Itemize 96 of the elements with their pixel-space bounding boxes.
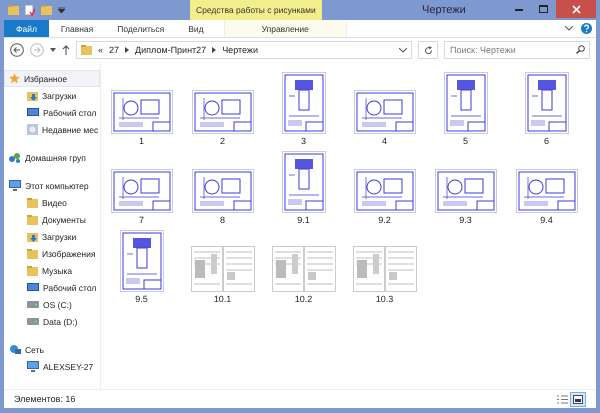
- sidebar-label: Сеть: [25, 344, 44, 354]
- file-name[interactable]: 9.2: [378, 215, 391, 225]
- sidebar-item[interactable]: Изображения: [4, 245, 100, 262]
- sidebar-label: Домашняя груп: [25, 152, 86, 162]
- folder-icon: [8, 5, 19, 15]
- download-folder-icon: [27, 232, 38, 242]
- refresh-button[interactable]: [418, 41, 438, 59]
- file-name[interactable]: 6: [544, 136, 549, 146]
- sidebar-item[interactable]: Видео: [4, 194, 100, 211]
- file-name[interactable]: 9.3: [459, 215, 472, 225]
- sidebar-label: Data (D:): [43, 316, 78, 326]
- sidebar-label: Недавние мес: [42, 124, 98, 134]
- sidebar-item[interactable]: Загрузки: [4, 87, 100, 104]
- sidebar-item[interactable]: Рабочий стол: [4, 279, 100, 296]
- folder-icon: [27, 214, 38, 224]
- sidebar-item[interactable]: Сеть: [4, 341, 100, 358]
- sidebar-label: Рабочий стол: [43, 282, 96, 292]
- sidebar-item[interactable]: Избранное: [4, 70, 100, 87]
- properties-icon[interactable]: [25, 4, 35, 16]
- sidebar-item[interactable]: Загрузки: [4, 228, 100, 245]
- sidebar-item[interactable]: Рабочий стол: [4, 104, 100, 121]
- homegroup-icon: [9, 152, 21, 163]
- file-name[interactable]: 3: [300, 136, 306, 146]
- search-field[interactable]: Поиск: Чертежи: [444, 41, 590, 59]
- dropdown-icon[interactable]: [50, 48, 56, 52]
- context-tab-header: Средства работы с рисунками: [190, 0, 322, 20]
- star-icon: [9, 73, 20, 84]
- file-name[interactable]: 1: [138, 136, 144, 146]
- dropdown-icon[interactable]: [58, 7, 65, 13]
- desktop-icon: [27, 108, 39, 117]
- drive-icon: [27, 318, 39, 325]
- sidebar-item[interactable]: ALEXSEY-27: [4, 358, 100, 375]
- download-folder-icon: [27, 90, 38, 100]
- sidebar-label: ALEXSEY-27: [43, 362, 94, 372]
- sidebar-label: Избранное: [24, 74, 68, 84]
- file-name[interactable]: 9.5: [135, 294, 148, 304]
- sidebar-item[interactable]: Этот компьютер: [4, 177, 100, 194]
- address-bar[interactable]: « 27 Диплом-Принт27 Чертежи: [76, 41, 412, 59]
- minimize-icon: [514, 8, 522, 10]
- window-title: Чертежи: [421, 3, 467, 18]
- file-name[interactable]: 7: [138, 215, 144, 225]
- network-icon: [9, 344, 21, 355]
- close-icon: [572, 4, 580, 14]
- file-name[interactable]: 10.1: [214, 294, 232, 304]
- sidebar-item[interactable]: OS (C:): [4, 296, 100, 313]
- chevron-right-icon: [212, 47, 216, 53]
- file-name[interactable]: 10.3: [376, 294, 394, 304]
- breadcrumb[interactable]: Диплом-Принт27: [135, 45, 206, 55]
- desktop-icon: [27, 283, 39, 292]
- back-icon[interactable]: [10, 43, 24, 57]
- breadcrumb[interactable]: 27: [109, 45, 120, 55]
- sidebar-item[interactable]: Недавние мес: [4, 121, 100, 138]
- chevron-down-icon[interactable]: [399, 48, 407, 52]
- file-name[interactable]: 10.2: [294, 294, 312, 304]
- folder-icon: [27, 198, 38, 208]
- up-arrow-icon[interactable]: [62, 45, 70, 55]
- search-icon[interactable]: [576, 45, 585, 54]
- sidebar-label: Загрузки: [42, 90, 76, 100]
- drive-icon: [27, 301, 39, 308]
- folder-icon: [41, 5, 52, 15]
- file-name[interactable]: 9.4: [540, 215, 553, 225]
- computer-icon: [27, 361, 39, 372]
- folder-icon: [27, 266, 38, 276]
- recent-places-icon: [27, 124, 38, 135]
- sidebar-label: Загрузки: [42, 232, 76, 242]
- thumbnails-view-button[interactable]: [570, 392, 586, 406]
- sidebar-item[interactable]: Документы: [4, 211, 100, 228]
- ribbon-tab[interactable]: Файл: [4, 20, 49, 37]
- folder-icon: [81, 45, 92, 55]
- maximize-icon: [539, 5, 548, 13]
- sidebar-item[interactable]: Музыка: [4, 262, 100, 279]
- help-icon[interactable]: [581, 23, 592, 34]
- sidebar-label: Музыка: [42, 266, 72, 276]
- chevron-right-icon: [125, 47, 130, 53]
- breadcrumb[interactable]: Чертежи: [222, 45, 258, 55]
- file-name[interactable]: 4: [382, 136, 387, 146]
- sidebar-label: Видео: [42, 198, 67, 208]
- sidebar-label: Этот компьютер: [25, 180, 89, 190]
- sidebar-item[interactable]: Домашняя груп: [4, 149, 100, 166]
- chevron-down-icon[interactable]: [565, 26, 573, 31]
- sidebar-label: Документы: [42, 214, 86, 224]
- close-button[interactable]: [556, 0, 596, 18]
- ribbon-tab[interactable]: Управление: [224, 20, 347, 37]
- folder-icon: [27, 248, 38, 258]
- file-name[interactable]: 2: [220, 136, 225, 146]
- sidebar-label: OS (C:): [43, 300, 72, 310]
- refresh-icon: [424, 46, 432, 54]
- breadcrumb[interactable]: «: [98, 45, 104, 55]
- sidebar-label: Изображения: [42, 248, 96, 258]
- sidebar-label: Рабочий стол: [43, 108, 96, 118]
- computer-icon: [9, 180, 21, 191]
- item-count: Элементов: 16: [14, 394, 76, 404]
- file-name[interactable]: 9.1: [297, 215, 310, 225]
- sidebar-item[interactable]: Data (D:): [4, 313, 100, 330]
- file-name[interactable]: 8: [220, 215, 225, 225]
- file-name[interactable]: 5: [462, 136, 468, 146]
